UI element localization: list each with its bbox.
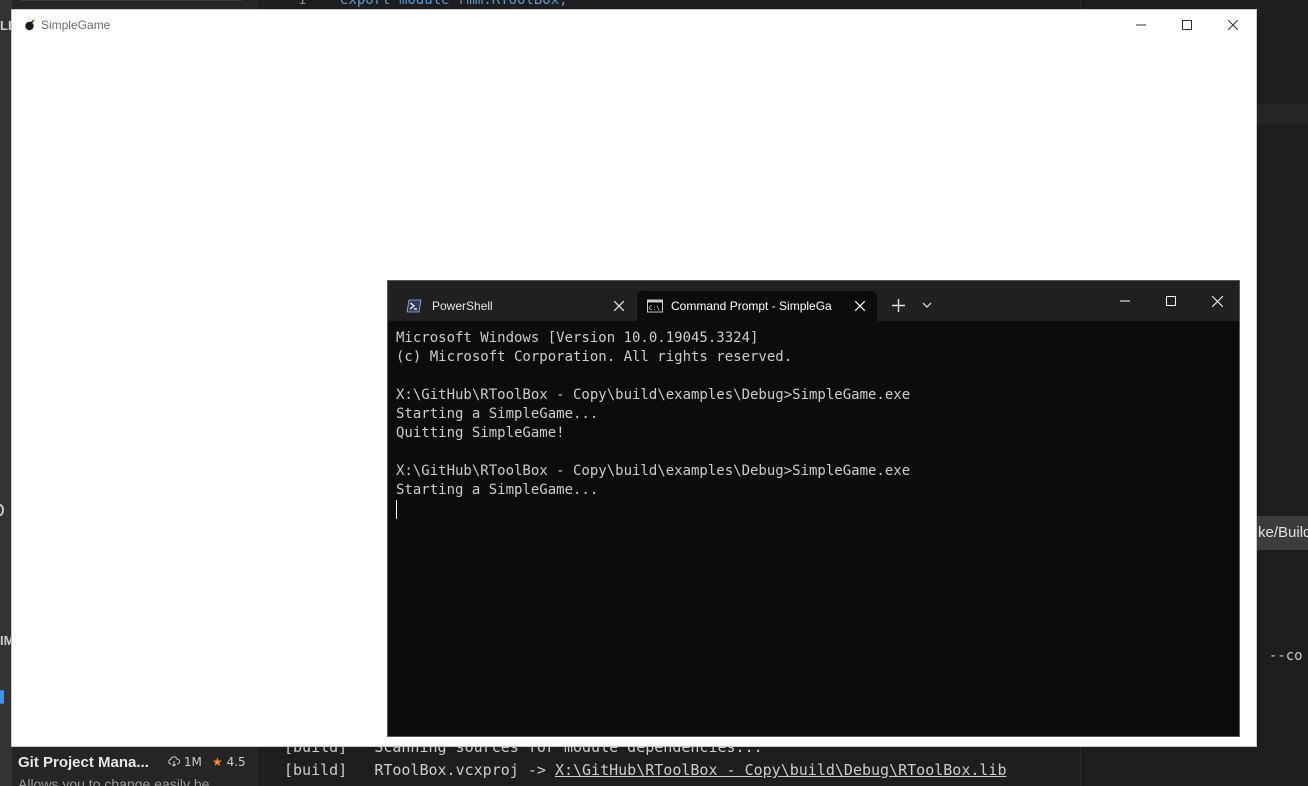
svg-text:C:\: C:\	[649, 305, 660, 312]
chevron-down-icon	[922, 302, 932, 308]
output-line: (c) Microsoft Corporation. All rights re…	[396, 349, 793, 365]
tab-command-prompt[interactable]: C:\ Command Prompt - SimpleGa	[637, 291, 877, 321]
terminal-maximize-button[interactable]	[1148, 281, 1194, 321]
maximize-icon	[1166, 296, 1176, 306]
maximize-icon	[1182, 20, 1192, 30]
minimize-icon	[1136, 24, 1146, 26]
terminal-output[interactable]: Microsoft Windows [Version 10.0.19045.33…	[396, 329, 1232, 729]
maximize-button[interactable]	[1164, 10, 1210, 40]
output-line: X:\GitHub\RToolBox - Copy\build\examples…	[396, 463, 911, 479]
tab-label: Command Prompt - SimpleGa	[671, 299, 832, 313]
tab-powershell[interactable]: PowerShell	[394, 291, 636, 321]
code-text[interactable]: export module rmm.RToolBox;	[340, 0, 568, 8]
extension-downloads: 1M	[168, 755, 202, 769]
terminal-window[interactable]: PowerShell C:\ Command Prompt - SimpleGa	[387, 280, 1240, 737]
right-panel-strip	[1256, 104, 1308, 124]
terminal-file-link[interactable]: X:\GitHub\RToolBox - Copy\build\Debug\RT…	[555, 761, 1007, 779]
cloud-download-icon	[168, 756, 181, 767]
right-terminal-fragment: ' --co	[1252, 648, 1303, 664]
terminal-tabbar[interactable]: PowerShell C:\ Command Prompt - SimpleGa	[388, 281, 1239, 321]
line-number: 1	[298, 0, 307, 8]
output-line: Quitting SimpleGame!	[396, 425, 565, 441]
tab-label: PowerShell	[432, 299, 493, 313]
plus-icon	[891, 298, 905, 312]
vscode-activity-bar	[0, 0, 12, 786]
close-icon	[614, 301, 624, 311]
terminal-close-button[interactable]	[1194, 281, 1240, 321]
terminal-minimize-button[interactable]	[1102, 281, 1148, 321]
close-icon	[1228, 20, 1238, 30]
output-line: Microsoft Windows [Version 10.0.19045.33…	[396, 330, 759, 346]
extension-list-item[interactable]: Git Project Mana... 1M ★ 4.5 Allows you …	[0, 746, 258, 786]
output-line: X:\GitHub\RToolBox - Copy\build\examples…	[396, 387, 911, 403]
simplegame-titlebar[interactable]: SimpleGame	[12, 10, 1256, 40]
output-line: Starting a SimpleGame...	[396, 482, 599, 498]
extension-rating: ★ 4.5	[212, 755, 246, 769]
right-panel-tab-label: ke/Build	[1258, 524, 1308, 541]
close-icon	[1211, 295, 1223, 307]
output-line: Starting a SimpleGame...	[396, 406, 599, 422]
activity-indicator-icon	[0, 690, 4, 704]
minimize-button[interactable]	[1118, 10, 1164, 40]
close-button[interactable]	[1210, 10, 1256, 40]
tab-close-button[interactable]	[612, 299, 626, 313]
window-title: SimpleGame	[41, 18, 111, 32]
close-icon	[855, 301, 865, 311]
minimize-icon	[1120, 300, 1130, 302]
tab-close-button[interactable]	[853, 299, 867, 313]
powershell-icon	[406, 299, 422, 313]
bomb-icon	[25, 19, 35, 31]
extension-description: Allows you to change easily be...	[18, 776, 222, 786]
cmd-icon: C:\	[647, 299, 663, 313]
terminal-line: [build] RToolBox.vcxproj -> X:\GitHub\RT…	[284, 761, 1007, 779]
extension-title: Git Project Mana...	[18, 754, 149, 771]
star-icon: ★	[212, 755, 223, 769]
sidebar-divider	[20, 0, 242, 1]
new-tab-button[interactable]	[886, 293, 910, 317]
tab-dropdown-button[interactable]	[916, 293, 938, 317]
text-cursor	[396, 500, 397, 519]
